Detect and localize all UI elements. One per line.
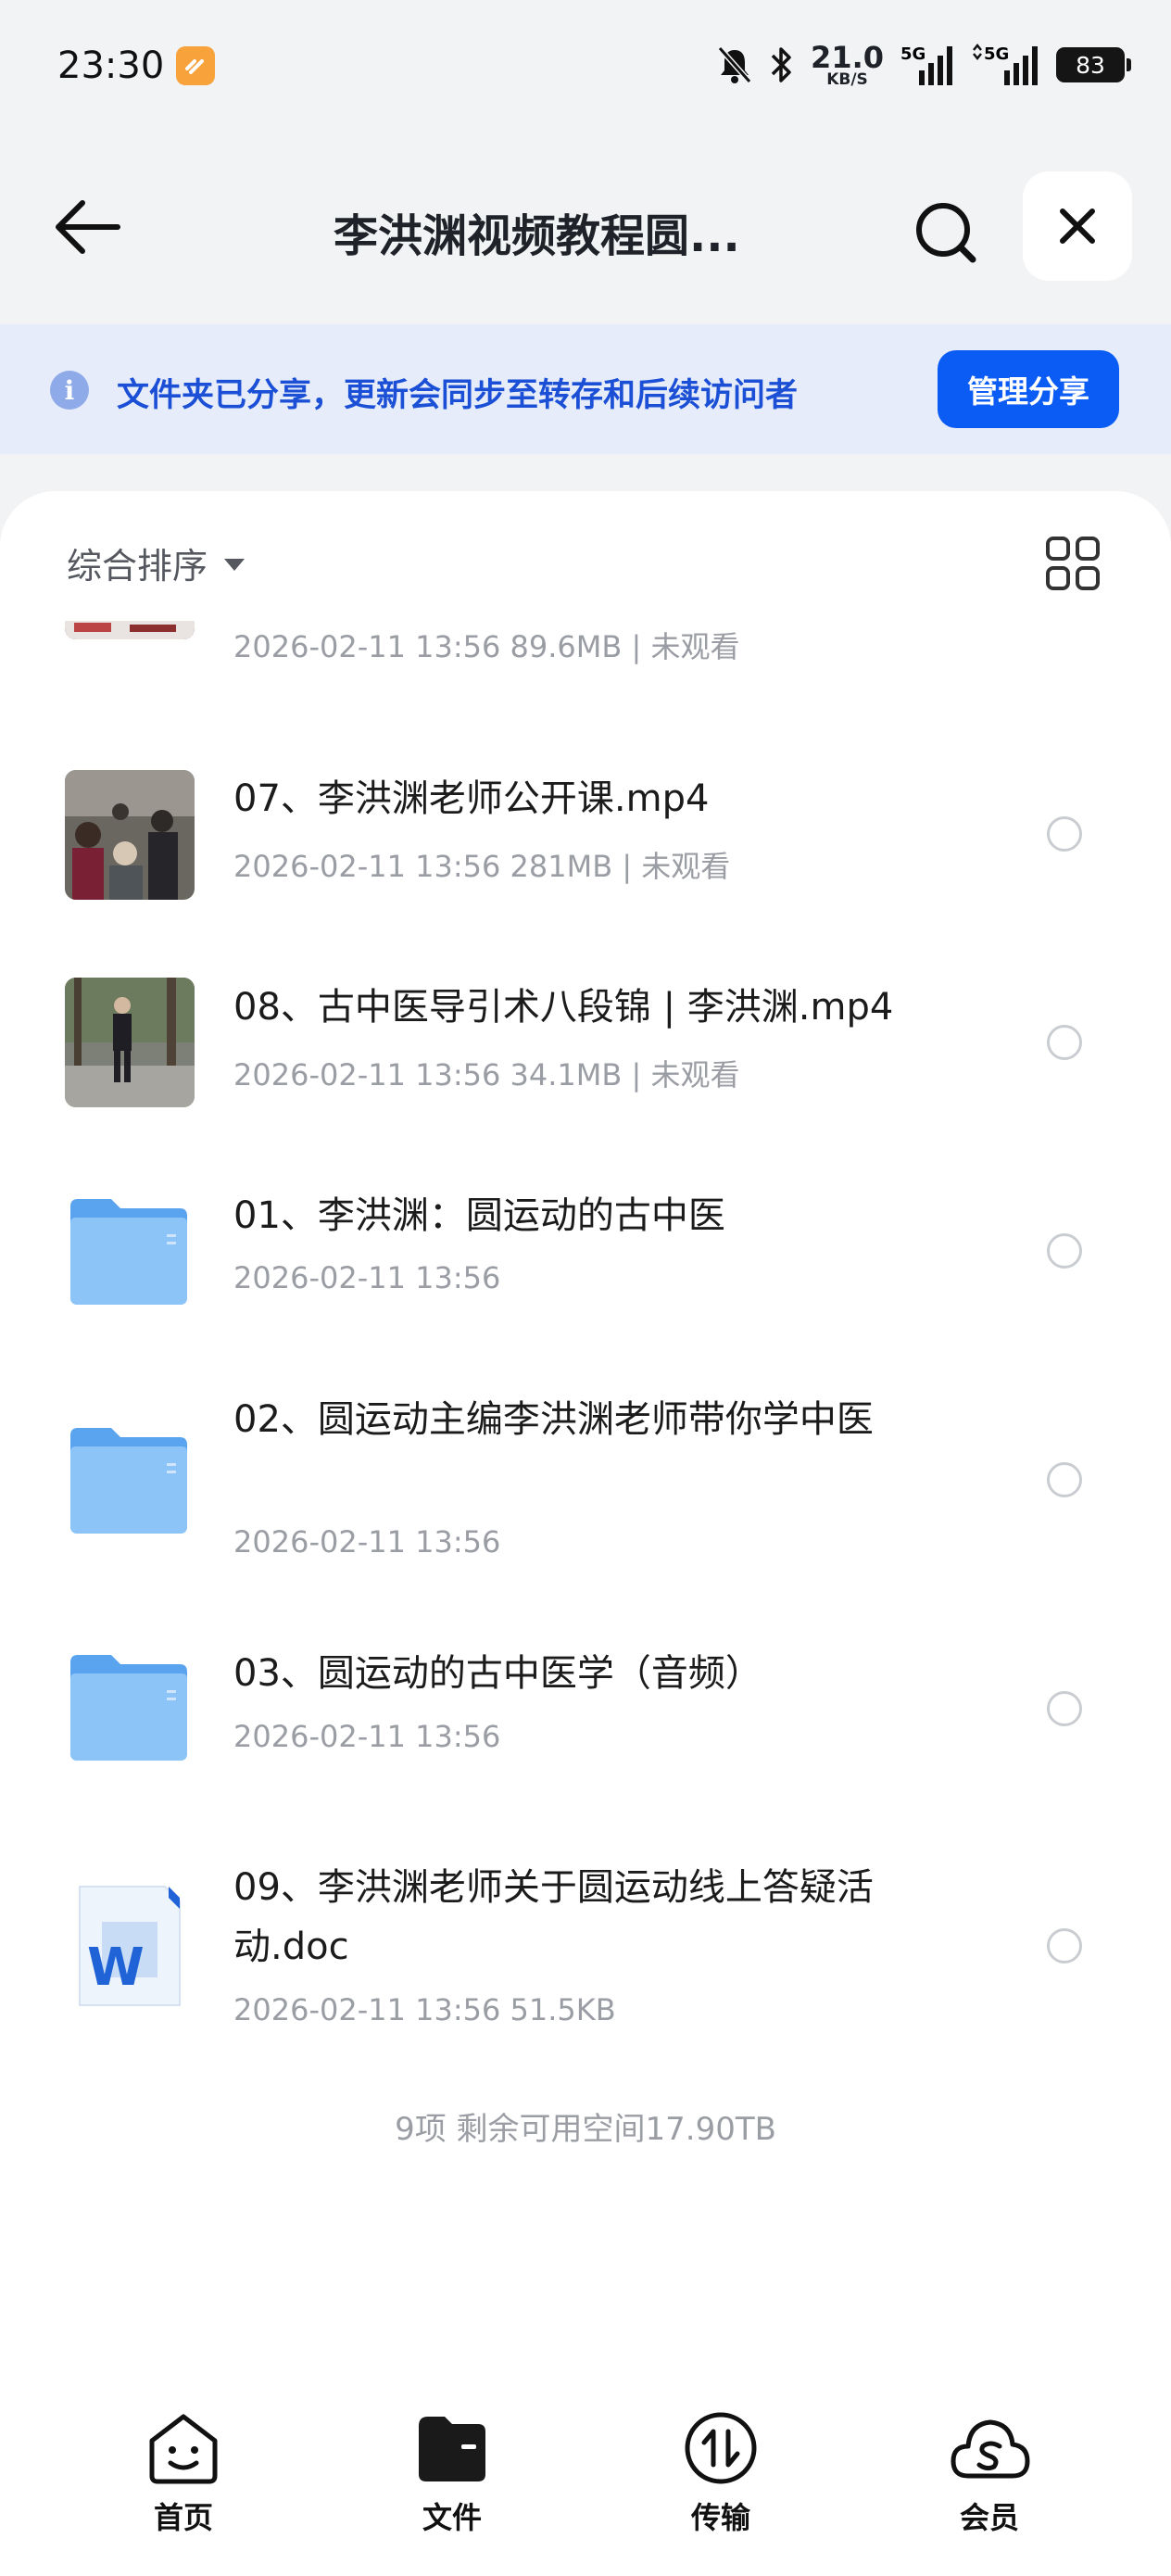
- share-banner-text: 文件夹已分享，更新会同步至转存和后续访问者: [117, 377, 799, 414]
- folder-icon: [65, 1415, 195, 1545]
- file-meta: 2026-02-11 13:56 51.5KB: [233, 1992, 616, 2027]
- page-title: 李洪渊视频教程圆...: [334, 210, 740, 262]
- bottom-nav: 首页 文件 传输 会员: [0, 2391, 1171, 2576]
- network-speed-value: 21.0: [811, 39, 884, 75]
- nav-files-label: 文件: [422, 2500, 482, 2535]
- manage-share-button[interactable]: 管理分享: [938, 350, 1119, 428]
- file-meta: 2026-02-11 13:56: [233, 1524, 501, 1559]
- select-checkbox[interactable]: [1047, 1233, 1082, 1269]
- share-banner: i 文件夹已分享，更新会同步至转存和后续访问者 管理分享: [0, 324, 1171, 454]
- nav-transfer-label: 传输: [690, 2500, 750, 2535]
- nav-vip[interactable]: 会员: [915, 2409, 1064, 2537]
- status-time: 23:30: [57, 44, 165, 87]
- select-checkbox[interactable]: [1047, 1691, 1082, 1726]
- mute-bell-icon: [717, 46, 752, 83]
- select-checkbox[interactable]: [1047, 1025, 1082, 1060]
- file-name: 09、李洪渊老师关于圆运动线上答疑活动.doc: [233, 1866, 874, 1968]
- nav-home[interactable]: 首页: [109, 2409, 258, 2537]
- network-speed: 21.0 KB/S: [811, 43, 884, 88]
- signal-5g-icon: 5G: [900, 44, 952, 85]
- grid-icon: [1046, 537, 1100, 590]
- list-item[interactable]: W 09、李洪渊老师关于圆运动线上答疑活动.doc 2026-02-11 13:…: [0, 1825, 1171, 2057]
- info-icon: i: [50, 371, 89, 410]
- video-thumbnail: [65, 770, 195, 900]
- svg-text:W: W: [87, 1938, 145, 1998]
- back-button[interactable]: [51, 195, 125, 259]
- home-face-icon: [149, 2414, 218, 2484]
- file-meta: 2026-02-11 13:56: [233, 1719, 501, 1754]
- signal-1-label: 5G: [900, 44, 925, 64]
- folder-icon: [65, 1186, 195, 1316]
- bluetooth-icon: [771, 47, 791, 82]
- arrow-left-icon: [56, 200, 120, 254]
- sort-dropdown[interactable]: 综合排序: [67, 537, 246, 588]
- storage-summary: 9项 剩余可用空间17.90TB: [395, 2111, 776, 2148]
- status-bar: 23:30 21.0 KB/S 5G 5G 83: [0, 0, 1171, 139]
- file-meta: 2026-02-11 13:56 34.1MB | 未观看: [233, 1057, 740, 1092]
- caret-down-icon: [224, 559, 246, 571]
- network-speed-unit: KB/S: [826, 69, 868, 89]
- search-button[interactable]: [908, 195, 982, 269]
- select-checkbox[interactable]: [1047, 816, 1082, 852]
- file-list: 2026-02-11 13:56 89.6MB | 未观看 07、李洪渊老师公开…: [0, 621, 1171, 1863]
- nav-vip-label: 会员: [959, 2500, 1019, 2535]
- word-doc-icon: W: [65, 1881, 195, 2011]
- file-list-card: 综合排序 2026-02-11 13:56 89.6MB | 未观看 07、李洪…: [0, 491, 1171, 2576]
- video-thumbnail: [65, 621, 195, 639]
- list-item[interactable]: 2026-02-11 13:56 89.6MB | 未观看: [0, 621, 1171, 751]
- list-item[interactable]: 02、圆运动主编李洪渊老师带你学中医 2026-02-11 13:56: [0, 1357, 1171, 1589]
- grid-view-toggle[interactable]: [1045, 536, 1101, 591]
- file-meta: 2026-02-11 13:56: [233, 1260, 501, 1295]
- file-name: 02、圆运动主编李洪渊老师带你学中医: [233, 1398, 874, 1441]
- list-item[interactable]: 03、圆运动的古中医学（音频） 2026-02-11 13:56: [0, 1603, 1171, 1788]
- nav-files[interactable]: 文件: [378, 2409, 526, 2537]
- nav-home-label: 首页: [153, 2500, 213, 2535]
- signal-2-label: 5G: [984, 44, 1009, 64]
- search-icon: [916, 203, 976, 263]
- file-meta: 2026-02-11 13:56 89.6MB | 未观看: [233, 629, 740, 664]
- select-checkbox[interactable]: [1047, 1462, 1082, 1497]
- cloud-s-icon: [951, 2419, 1030, 2479]
- list-item[interactable]: 01、李洪渊：圆运动的古中医 2026-02-11 13:56: [0, 1149, 1171, 1334]
- file-name: 07、李洪渊老师公开课.mp4: [233, 777, 710, 820]
- sort-label: 综合排序: [67, 546, 208, 587]
- close-icon: [1060, 208, 1095, 244]
- file-meta: 2026-02-11 13:56 281MB | 未观看: [233, 849, 731, 884]
- select-checkbox[interactable]: [1047, 1928, 1082, 1964]
- battery-indicator: 83: [1056, 47, 1131, 82]
- app-notification-icon: [176, 46, 215, 85]
- file-name: 01、李洪渊：圆运动的古中医: [233, 1194, 725, 1237]
- file-name: 03、圆运动的古中医学（音频）: [233, 1652, 762, 1695]
- header: 李洪渊视频教程圆...: [0, 171, 1171, 283]
- list-item[interactable]: 07、李洪渊老师公开课.mp4 2026-02-11 13:56 281MB |…: [0, 732, 1171, 917]
- video-thumbnail: [65, 978, 195, 1107]
- file-name: 08、古中医导引术八段锦 | 李洪渊.mp4: [233, 986, 894, 1029]
- folder-icon: [65, 1642, 195, 1772]
- signal-5g-icon-2: 5G: [973, 43, 1038, 85]
- close-button[interactable]: [1023, 171, 1132, 281]
- transfer-icon: [685, 2412, 757, 2484]
- nav-transfer[interactable]: 传输: [647, 2409, 795, 2537]
- list-item[interactable]: 08、古中医导引术八段锦 | 李洪渊.mp4 2026-02-11 13:56 …: [0, 941, 1171, 1126]
- folder-filled-icon: [419, 2417, 485, 2481]
